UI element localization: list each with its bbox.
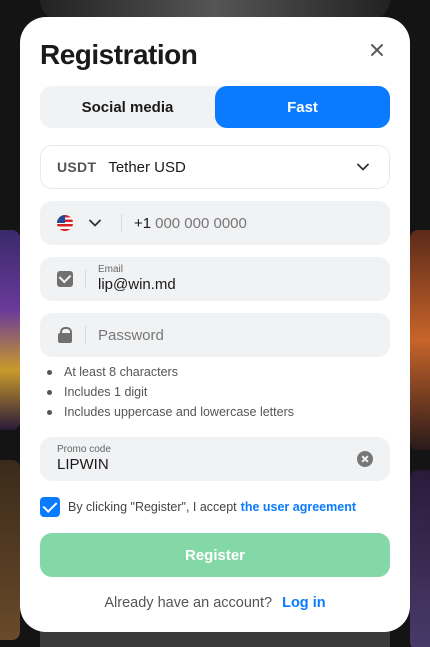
agreement-checkbox[interactable]	[40, 497, 60, 517]
currency-code: USDT	[57, 159, 97, 175]
modal-title: Registration	[40, 39, 198, 70]
password-rule: Includes uppercase and lowercase letters	[44, 402, 294, 422]
registration-tabs: Social media Fast	[40, 86, 390, 128]
password-rule: At least 8 characters	[44, 362, 294, 382]
divider	[121, 214, 122, 232]
registration-modal: Registration Social media Fast USDT Teth…	[20, 17, 410, 632]
agreement-text: By clicking "Register", I accept	[68, 500, 237, 514]
background-bottom	[40, 630, 390, 647]
login-question: Already have an account?	[104, 595, 273, 611]
chevron-down-icon[interactable]	[89, 217, 101, 229]
currency-name: Tether USD	[108, 158, 186, 176]
phone-input[interactable]	[155, 214, 390, 232]
tab-social-media[interactable]: Social media	[40, 86, 215, 128]
register-button[interactable]: Register	[40, 533, 390, 577]
agreement-row: By clicking "Register", I accept the use…	[40, 497, 356, 517]
email-label: Email	[98, 264, 124, 275]
lock-icon	[57, 327, 73, 343]
mail-icon	[57, 271, 73, 287]
phone-country-code: +1	[134, 214, 152, 232]
email-value[interactable]: lip@win.md	[98, 276, 390, 294]
password-rules: At least 8 characters Includes 1 digit I…	[44, 362, 294, 422]
divider	[85, 326, 86, 344]
background-game-tile	[410, 230, 430, 450]
password-rule: Includes 1 digit	[44, 382, 294, 402]
login-row: Already have an account? Log in	[20, 595, 410, 611]
password-field	[40, 313, 390, 357]
tab-fast[interactable]: Fast	[215, 86, 390, 128]
email-field[interactable]: Email lip@win.md	[40, 257, 390, 301]
password-input[interactable]	[98, 326, 390, 344]
email-stack: Email lip@win.md	[98, 264, 390, 294]
clear-icon[interactable]	[357, 451, 373, 467]
currency-select[interactable]: USDT Tether USD	[40, 145, 390, 189]
phone-field: +1	[40, 201, 390, 245]
user-agreement-link[interactable]: the user agreement	[241, 500, 356, 514]
divider	[85, 270, 86, 288]
background-game-tile	[0, 230, 20, 430]
background-game-tile	[0, 460, 20, 640]
promo-stack: Promo code LIPWIN	[57, 444, 357, 474]
us-flag-icon[interactable]	[57, 215, 73, 231]
promo-label: Promo code	[57, 444, 111, 455]
background-game-tile	[410, 470, 430, 647]
promo-value[interactable]: LIPWIN	[57, 456, 357, 474]
login-link[interactable]: Log in	[282, 595, 326, 611]
chevron-down-icon	[357, 163, 369, 171]
close-icon[interactable]	[368, 41, 386, 59]
promo-code-field[interactable]: Promo code LIPWIN	[40, 437, 390, 481]
